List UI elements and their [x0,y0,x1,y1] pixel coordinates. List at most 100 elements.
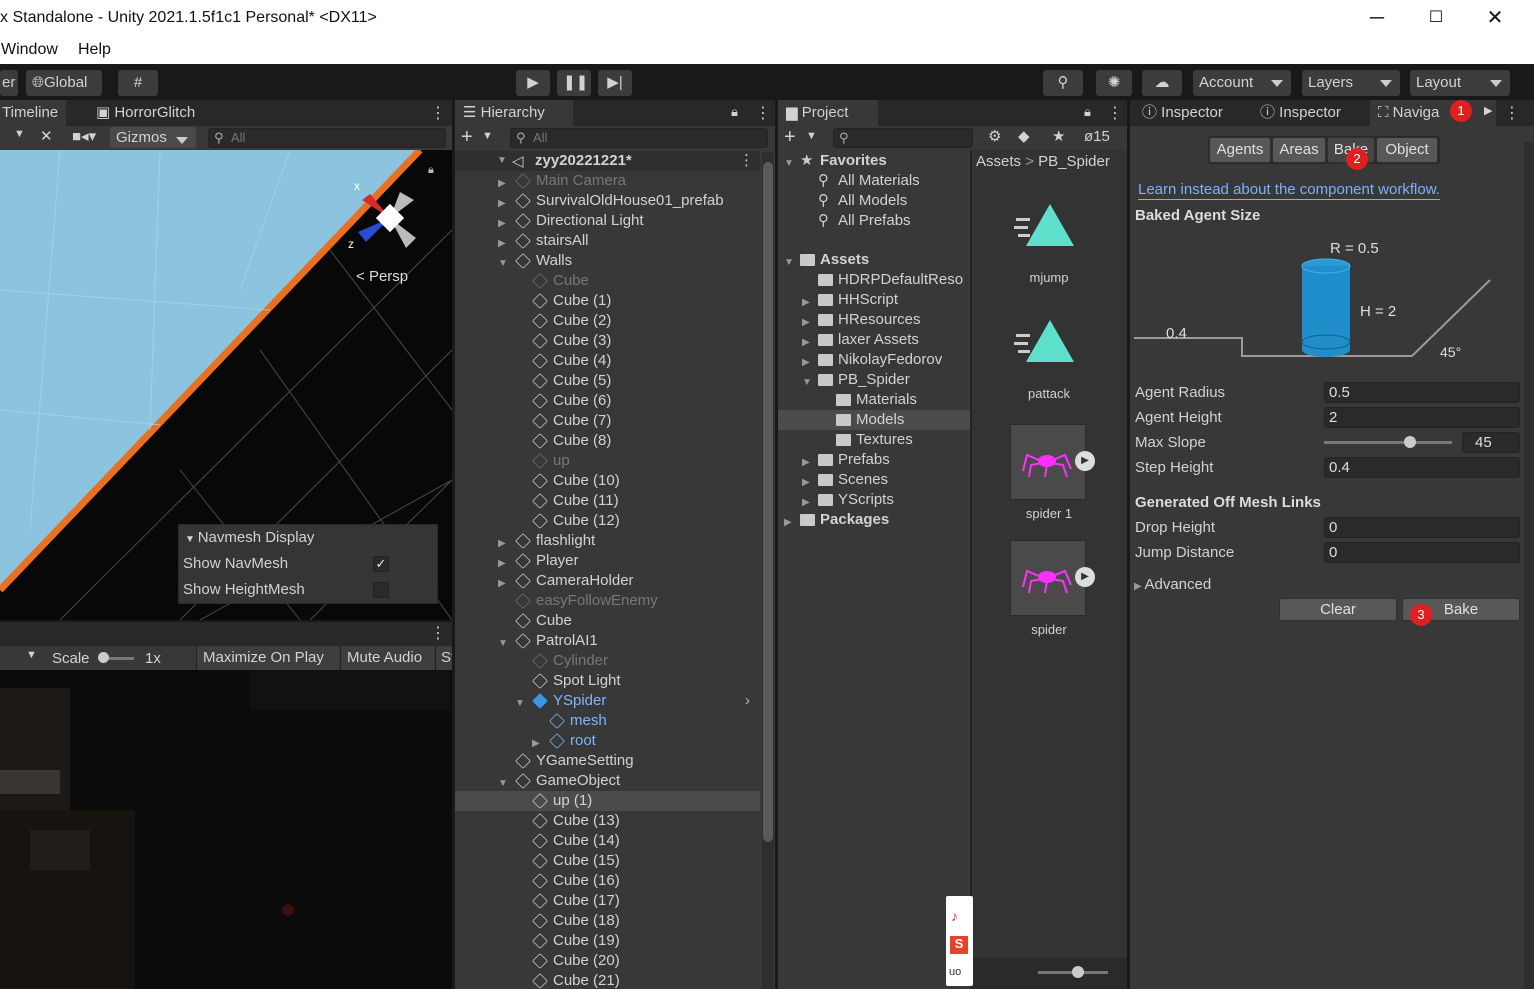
hierarchy-item[interactable]: mesh [455,711,760,731]
tab-timeline[interactable]: Timeline [0,100,67,126]
cloud-icon[interactable]: ☁ [1142,70,1182,96]
asset-tile[interactable]: ▶ spider 1 [1002,424,1096,534]
jump-distance-field[interactable]: 0 [1324,542,1520,563]
tools-icon[interactable]: ✕ [40,127,53,145]
hierarchy-item[interactable]: ▼ Walls [455,251,760,271]
hierarchy-item[interactable]: Cube (7) [455,411,760,431]
breadcrumb-assets[interactable]: Assets [976,153,1021,170]
project-tree-item[interactable]: ▶ HHScript [778,290,970,310]
scale-slider-thumb[interactable] [98,652,109,663]
ime-mode-icon[interactable]: uo [949,966,961,978]
hierarchy-item[interactable]: YGameSetting [455,751,760,771]
scene-viewport[interactable]: x z 🔒︎ < Persp ▼ Navmesh Display Show Na… [0,150,452,620]
hierarchy-item[interactable]: Cube (10) [455,471,760,491]
panel-splitter[interactable] [452,100,455,989]
max-slope-slider-thumb[interactable] [1404,436,1416,448]
show-navmesh-checkbox[interactable]: ✓ [373,556,389,572]
kebab-menu-icon[interactable]: ⋮ [739,151,754,169]
layout-dropdown[interactable]: Layout [1410,70,1510,96]
hierarchy-item[interactable]: Cube [455,611,760,631]
hierarchy-item[interactable]: Cube (6) [455,391,760,411]
asset-tile[interactable]: ▶ spider [1002,540,1096,650]
tab-horrorglitch[interactable]: ▣ HorrorGlitch [88,100,203,126]
hierarchy-item[interactable]: ▶ stairsAll [455,231,760,251]
step-height-field[interactable]: 0.4 [1324,457,1520,478]
subtab-agents[interactable]: Agents [1209,137,1271,163]
hierarchy-item[interactable]: ▶ Player [455,551,760,571]
hierarchy-item[interactable]: Cube (19) [455,931,760,951]
layers-dropdown[interactable]: Layers [1302,70,1400,96]
minimize-icon[interactable]: ─ [1365,6,1389,30]
dropdown-arrow-icon[interactable]: ▼ [26,649,37,661]
project-tree-item[interactable]: ▼ Assets [778,250,970,270]
add-icon[interactable]: + [461,126,473,149]
tab-navigation[interactable]: ⛶ Naviga [1370,100,1496,126]
tab-scroll-right-icon[interactable]: ▶ [1484,104,1492,117]
advanced-foldout[interactable]: ▶ Advanced [1134,576,1211,593]
dropdown-arrow-icon[interactable]: ▼ [14,128,25,140]
filter-label-icon[interactable]: ◆ [1018,127,1030,145]
kebab-menu-icon[interactable]: ⋮ [755,103,771,123]
create-icon[interactable]: + [784,126,796,149]
grid-snap-icon[interactable]: # [118,70,158,96]
collab-icon[interactable]: ✺ [1096,70,1132,96]
persp-label[interactable]: < Persp [356,268,408,285]
lock-icon[interactable]: 🔒︎ [428,164,434,177]
maximize-icon[interactable]: ☐ [1424,6,1448,30]
hierarchy-item[interactable]: Cube [455,271,760,291]
panel-splitter[interactable] [775,100,778,989]
hierarchy-item[interactable]: Cube (17) [455,891,760,911]
hierarchy-item[interactable]: Cube (16) [455,871,760,891]
max-slope-field[interactable]: 45 [1462,432,1520,453]
tab-hierarchy[interactable]: ☰ Hierarchy [455,100,573,126]
project-tree-item[interactable]: ▶ Packages [778,510,970,530]
project-tree-item[interactable]: ▼ PB_Spider [778,370,970,390]
play-preview-icon[interactable]: ▶ [1075,451,1095,471]
tab-inspector-2[interactable]: ⓘ Inspector [1252,100,1349,126]
hierarchy-item[interactable]: ▶ SurvivalOldHouse01_prefab [455,191,760,211]
show-heightmesh-checkbox[interactable] [373,582,389,598]
hierarchy-item[interactable]: ▶ Directional Light [455,211,760,231]
kebab-menu-icon[interactable]: ⋮ [430,103,446,123]
project-tree-item[interactable]: HDRPDefaultReso [778,270,970,290]
project-tree-item[interactable]: ▶ Prefabs [778,450,970,470]
expand-arrow-icon[interactable]: ▼ [497,155,507,166]
hierarchy-item[interactable]: ▶ CameraHolder [455,571,760,591]
play-preview-icon[interactable]: ▶ [1075,567,1095,587]
hierarchy-item[interactable]: ▼ PatrolAI1 [455,631,760,651]
hierarchy-item[interactable]: Cube (15) [455,851,760,871]
filter-type-icon[interactable]: ⚙ [988,127,1001,145]
breadcrumb-pb-spider[interactable]: PB_Spider [1038,153,1110,170]
agent-height-field[interactable]: 2 [1324,407,1520,428]
scrollbar-thumb[interactable] [763,162,773,842]
drop-height-field[interactable]: 0 [1324,517,1520,538]
sogou-icon[interactable]: S [950,936,968,954]
hierarchy-item[interactable]: easyFollowEnemy [455,591,760,611]
hierarchy-item[interactable]: ▼ GameObject [455,771,760,791]
clear-button[interactable]: Clear [1279,598,1397,621]
hierarchy-item[interactable]: ▼ YSpider › [455,691,760,711]
hierarchy-scrollbar[interactable] [762,152,774,989]
asset-tile[interactable]: mjump [1002,194,1096,304]
project-tree-item[interactable]: ▶ NikolayFedorov [778,350,970,370]
project-tree-item[interactable]: ⚲ All Prefabs [778,211,970,231]
project-tree-item[interactable]: ⚲ All Materials [778,171,970,191]
max-slope-slider-track[interactable] [1324,441,1452,444]
hierarchy-item[interactable]: Cube (18) [455,911,760,931]
account-dropdown[interactable]: Account [1193,70,1291,96]
project-tree-item[interactable]: ▶ YScripts [778,490,970,510]
tab-inspector-1[interactable]: ⓘ Inspector [1134,100,1231,126]
hidden-packages-toggle[interactable]: ø15 [1084,128,1110,145]
mute-audio-toggle[interactable]: Mute Audio [340,646,434,670]
scene-gizmo[interactable]: x z [340,170,430,250]
lock-icon[interactable]: 🔒︎ [731,104,738,120]
project-tree-item[interactable]: ▶ HResources [778,310,970,330]
hierarchy-item[interactable]: Cube (14) [455,831,760,851]
maximize-on-play-toggle[interactable]: Maximize On Play [196,646,339,670]
hierarchy-item[interactable]: Cube (11) [455,491,760,511]
gizmos-dropdown[interactable]: Gizmos [110,127,196,148]
subtab-areas[interactable]: Areas [1272,137,1326,163]
component-workflow-link[interactable]: Learn instead about the component workfl… [1138,181,1440,200]
hierarchy-item[interactable]: Cube (1) [455,291,760,311]
camera-icon[interactable]: ■◂▾ [72,127,96,145]
